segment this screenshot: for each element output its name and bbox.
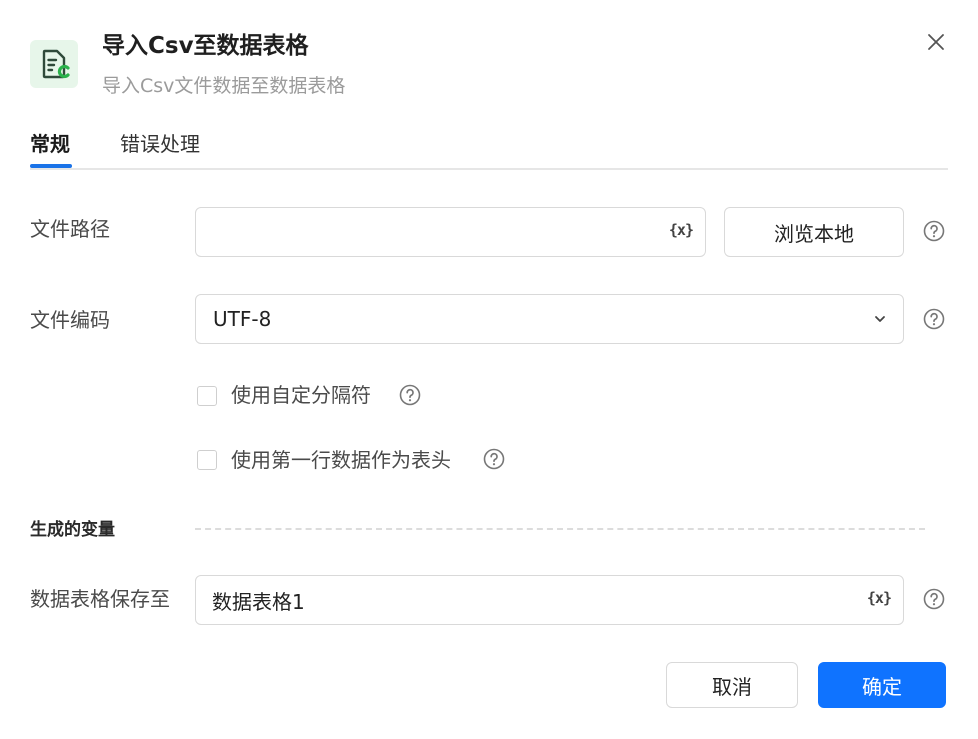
help-icon[interactable]: [923, 308, 945, 330]
import-csv-dialog: 导入Csv至数据表格 导入Csv文件数据至数据表格 常规 错误处理 文件路径 {…: [0, 0, 978, 739]
file-path-field[interactable]: {x}: [195, 207, 706, 257]
csv-file-icon: [30, 40, 78, 88]
file-encoding-label: 文件编码: [30, 308, 110, 332]
help-icon[interactable]: [483, 448, 505, 470]
confirm-button[interactable]: 确定: [818, 662, 946, 708]
tab-general[interactable]: 常规: [30, 130, 70, 158]
help-icon[interactable]: [923, 220, 945, 242]
custom-delimiter-checkbox[interactable]: [197, 386, 217, 406]
chevron-down-icon: [875, 316, 885, 322]
active-tab-indicator: [30, 164, 72, 168]
save-to-input[interactable]: [212, 576, 859, 624]
variable-icon[interactable]: {x}: [669, 221, 694, 239]
save-to-field[interactable]: {x}: [195, 575, 904, 625]
tab-error-handling[interactable]: 错误处理: [120, 130, 200, 158]
browse-local-button[interactable]: 浏览本地: [724, 207, 904, 257]
save-to-label: 数据表格保存至: [30, 587, 170, 611]
cancel-button[interactable]: 取消: [666, 662, 798, 708]
help-icon[interactable]: [923, 588, 945, 610]
file-path-label: 文件路径: [30, 217, 110, 241]
custom-delimiter-label[interactable]: 使用自定分隔符: [231, 381, 371, 409]
first-row-header-label[interactable]: 使用第一行数据作为表头: [231, 446, 451, 474]
dialog-subtitle: 导入Csv文件数据至数据表格: [102, 75, 346, 97]
close-icon: [928, 34, 944, 50]
help-icon[interactable]: [399, 384, 421, 406]
file-encoding-select[interactable]: UTF-8: [195, 294, 904, 344]
dialog-title: 导入Csv至数据表格: [102, 33, 309, 59]
tab-bar: 常规 错误处理: [30, 128, 948, 170]
file-encoding-value: UTF-8: [213, 307, 272, 331]
first-row-header-checkbox[interactable]: [197, 450, 217, 470]
generated-variables-title: 生成的变量: [30, 520, 115, 540]
close-button[interactable]: [922, 28, 950, 56]
variable-icon[interactable]: {x}: [867, 589, 892, 607]
file-path-input[interactable]: [212, 208, 661, 256]
section-divider: [195, 528, 925, 530]
